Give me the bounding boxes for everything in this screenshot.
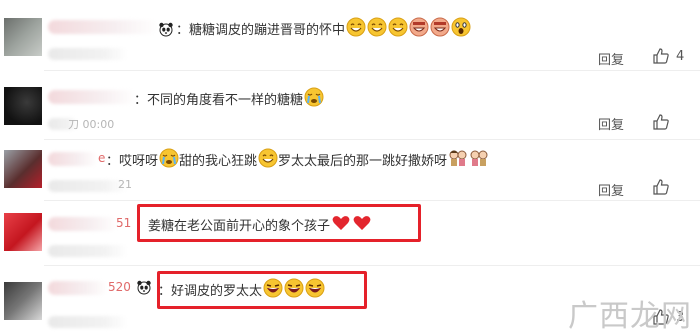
grin-sweat-emoji-icon [409, 17, 429, 41]
smile-emoji-icon [346, 17, 366, 41]
comment-text-content: ：糖糖调皮的蹦进晋哥的怀中 [176, 23, 346, 38]
laugh-emoji-icon [284, 278, 304, 302]
username-blurred[interactable] [48, 152, 98, 166]
sob-emoji-icon [159, 148, 179, 172]
comment-row: ：不同的角度看不一样的糖糖 刀 00:00 回复 [0, 71, 700, 139]
smile-emoji-icon [367, 17, 387, 41]
comment-text: ：好调皮的罗太太 [158, 278, 325, 302]
heart-emoji-icon [352, 213, 372, 237]
grin-sweat-emoji-icon [430, 17, 450, 41]
username[interactable]: 51 [116, 216, 131, 230]
couple-emoji-icon [469, 148, 489, 172]
comment-text-content: 甜的我心狂跳 [179, 154, 258, 169]
username-blurred[interactable] [48, 217, 118, 231]
timestamp: 21 [118, 178, 132, 191]
username-blurred[interactable] [48, 90, 136, 104]
timestamp-blurred [48, 245, 128, 257]
comment-text-content: 姜糖在老公面前开心的象个孩子 [148, 219, 331, 234]
reply-button[interactable]: 回复 [598, 180, 624, 199]
thumbs-up-icon[interactable] [652, 178, 670, 196]
thumbs-up-icon[interactable] [652, 47, 670, 65]
username[interactable]: e [98, 151, 105, 165]
comment-text-content: 罗太太最后的那一跳好撒娇呀 [278, 154, 448, 169]
comment-text: 姜糖在老公面前开心的象个孩子 [148, 213, 372, 237]
avatar[interactable] [4, 18, 42, 56]
comment-text: ：不同的角度看不一样的糖糖 [134, 87, 324, 111]
reply-button[interactable]: 回复 [598, 49, 624, 68]
laugh-emoji-icon [263, 278, 283, 302]
panda-badge-icon [158, 21, 174, 41]
comment-text-content: ：哎呀呀 [106, 154, 159, 169]
reply-button[interactable]: 回复 [598, 114, 624, 133]
comment-text-content: ：不同的角度看不一样的糖糖 [134, 93, 304, 108]
comment-text: ：糖糖调皮的蹦进晋哥的怀中 [158, 17, 471, 41]
comment-text-content: ：好调皮的罗太太 [158, 284, 263, 299]
comment-text: ：哎呀呀 甜的我心狂跳 罗太太最后的那一跳好撒娇呀 [106, 148, 489, 172]
timestamp-blurred [48, 316, 128, 328]
avatar[interactable] [4, 150, 42, 188]
username[interactable]: 520 [108, 280, 131, 294]
comment-row: e ：哎呀呀 甜的我心狂跳 罗太太最后的那一跳好撒娇呀 21 回复 [0, 140, 700, 200]
couple-emoji-icon [448, 148, 468, 172]
panda-badge-icon [136, 279, 152, 299]
timestamp-blurred [48, 180, 128, 192]
username-blurred[interactable] [48, 281, 108, 295]
avatar[interactable] [4, 213, 42, 251]
heart-emoji-icon [331, 213, 351, 237]
scream-emoji-icon [451, 17, 471, 41]
timestamp: 刀 00:00 [68, 118, 115, 131]
timestamp-blurred [48, 48, 128, 60]
sob-emoji-icon [304, 87, 324, 111]
comment-row: ：糖糖调皮的蹦进晋哥的怀中 回复 4 [0, 0, 700, 70]
smile-emoji-icon [388, 17, 408, 41]
laugh-emoji-icon [305, 278, 325, 302]
smile-emoji-icon [258, 148, 278, 172]
avatar[interactable] [4, 282, 42, 320]
like-count: 4 [676, 49, 685, 64]
thumbs-up-icon[interactable] [652, 113, 670, 131]
avatar[interactable] [4, 87, 42, 125]
username-blurred[interactable] [48, 20, 158, 34]
watermark-logo: 广西龙网 [568, 299, 692, 334]
comment-row: 51 姜糖在老公面前开心的象个孩子 [0, 201, 700, 265]
